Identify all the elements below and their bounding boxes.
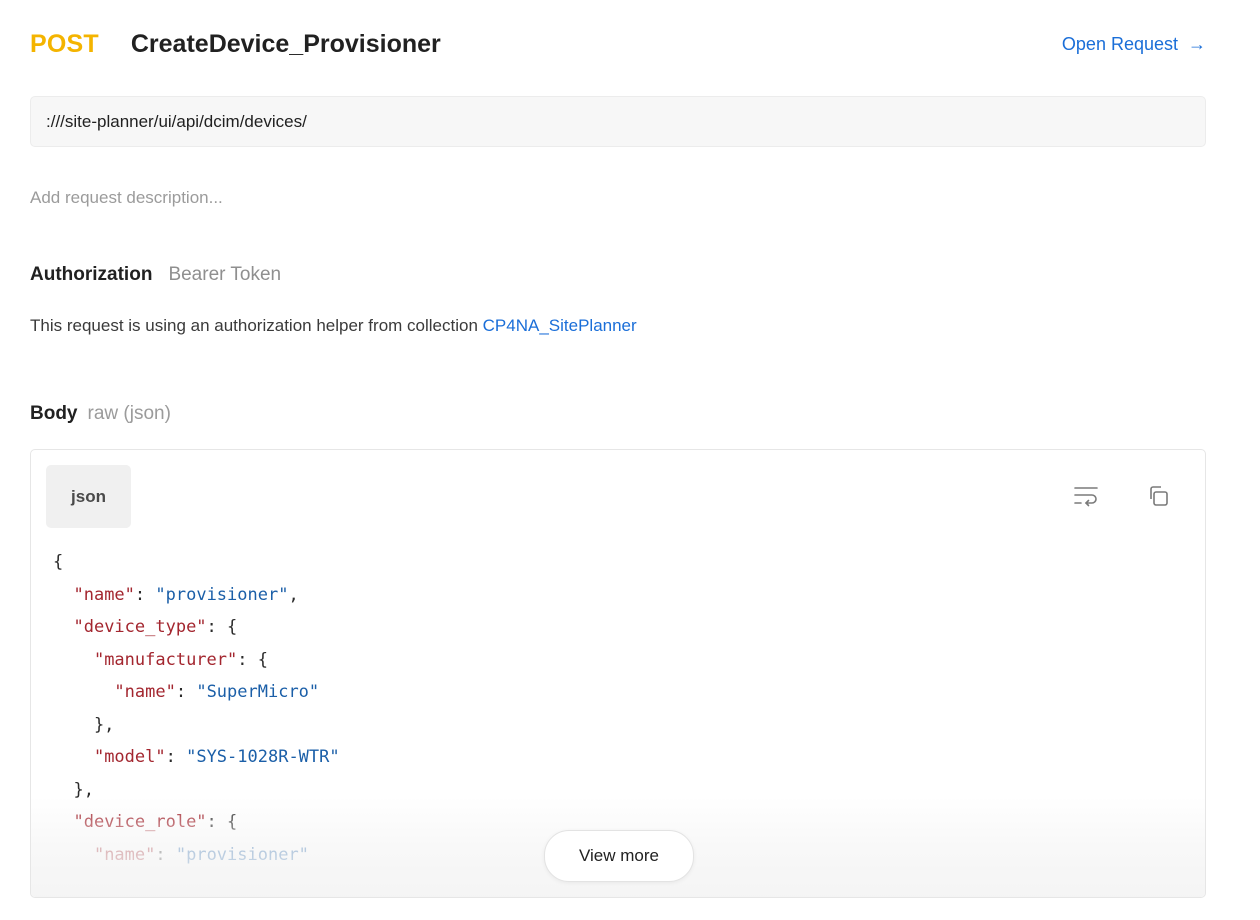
text-wrap-button[interactable]	[1071, 482, 1101, 510]
request-name: CreateDevice_Provisioner	[130, 29, 441, 58]
json-key: "name"	[73, 584, 135, 605]
json-key: "manufacturer"	[93, 649, 238, 670]
request-header: POST CreateDevice_Provisioner Open Reque…	[30, 26, 1206, 62]
copy-button[interactable]	[1143, 482, 1173, 510]
text-wrap-icon	[1074, 487, 1098, 507]
body-code-block: json { "name": "provisioner", "device_ty…	[30, 449, 1206, 898]
collection-link[interactable]: CP4NA_SitePlanner	[483, 316, 637, 335]
code-line: "device_type": {	[53, 617, 237, 637]
authorization-label: Authorization	[30, 264, 153, 285]
authorization-heading: Authorization Bearer Token	[30, 264, 281, 286]
open-request-link[interactable]: Open Request →	[1062, 34, 1206, 55]
body-label: Body	[30, 403, 78, 424]
authorization-note-text: This request is using an authorization h…	[30, 316, 478, 335]
arrow-right-icon: →	[1188, 33, 1206, 54]
code-line: "name": "SuperMicro"	[53, 682, 319, 702]
request-url[interactable]: :///site-planner/ui/api/dcim/devices/	[30, 96, 1206, 147]
open-request-label: Open Request	[1061, 33, 1178, 54]
code-line: },	[53, 715, 114, 735]
json-key: "model"	[93, 747, 166, 767]
authorization-note: This request is using an authorization h…	[30, 316, 637, 336]
json-punctuation: : {	[206, 617, 238, 637]
json-string: "SYS-1028R-WTR"	[186, 747, 340, 767]
view-more-button[interactable]: View more	[544, 830, 694, 882]
json-punctuation: },	[53, 714, 115, 735]
request-description-placeholder[interactable]: Add request description...	[30, 188, 223, 208]
json-punctuation	[53, 747, 94, 767]
json-string: "SuperMicro"	[196, 682, 320, 702]
json-punctuation: :	[175, 682, 197, 702]
json-punctuation	[53, 585, 73, 605]
json-key: "name"	[114, 682, 176, 702]
authorization-type: Bearer Token	[168, 264, 282, 285]
language-badge: json	[46, 465, 131, 528]
json-punctuation: ,	[288, 584, 299, 605]
json-punctuation: {	[53, 552, 64, 572]
json-punctuation: :	[165, 747, 187, 767]
code-line: "manufacturer": {	[53, 650, 268, 670]
request-method: POST	[30, 29, 99, 58]
json-punctuation	[53, 617, 73, 637]
json-punctuation	[53, 650, 94, 670]
body-mode: raw (json)	[87, 403, 171, 424]
code-line: "name": "provisioner",	[53, 584, 299, 605]
copy-icon	[1150, 486, 1168, 506]
request-url-text: :///site-planner/ui/api/dcim/devices/	[46, 111, 307, 131]
json-punctuation	[53, 682, 114, 702]
json-string: "provisioner"	[155, 584, 289, 605]
json-punctuation: :	[134, 584, 156, 605]
json-punctuation: : {	[237, 649, 268, 670]
code-line: "model": "SYS-1028R-WTR"	[53, 747, 340, 767]
code-line: {	[53, 552, 63, 572]
json-key: "device_type"	[73, 617, 207, 637]
body-heading: Body raw (json)	[30, 403, 171, 425]
